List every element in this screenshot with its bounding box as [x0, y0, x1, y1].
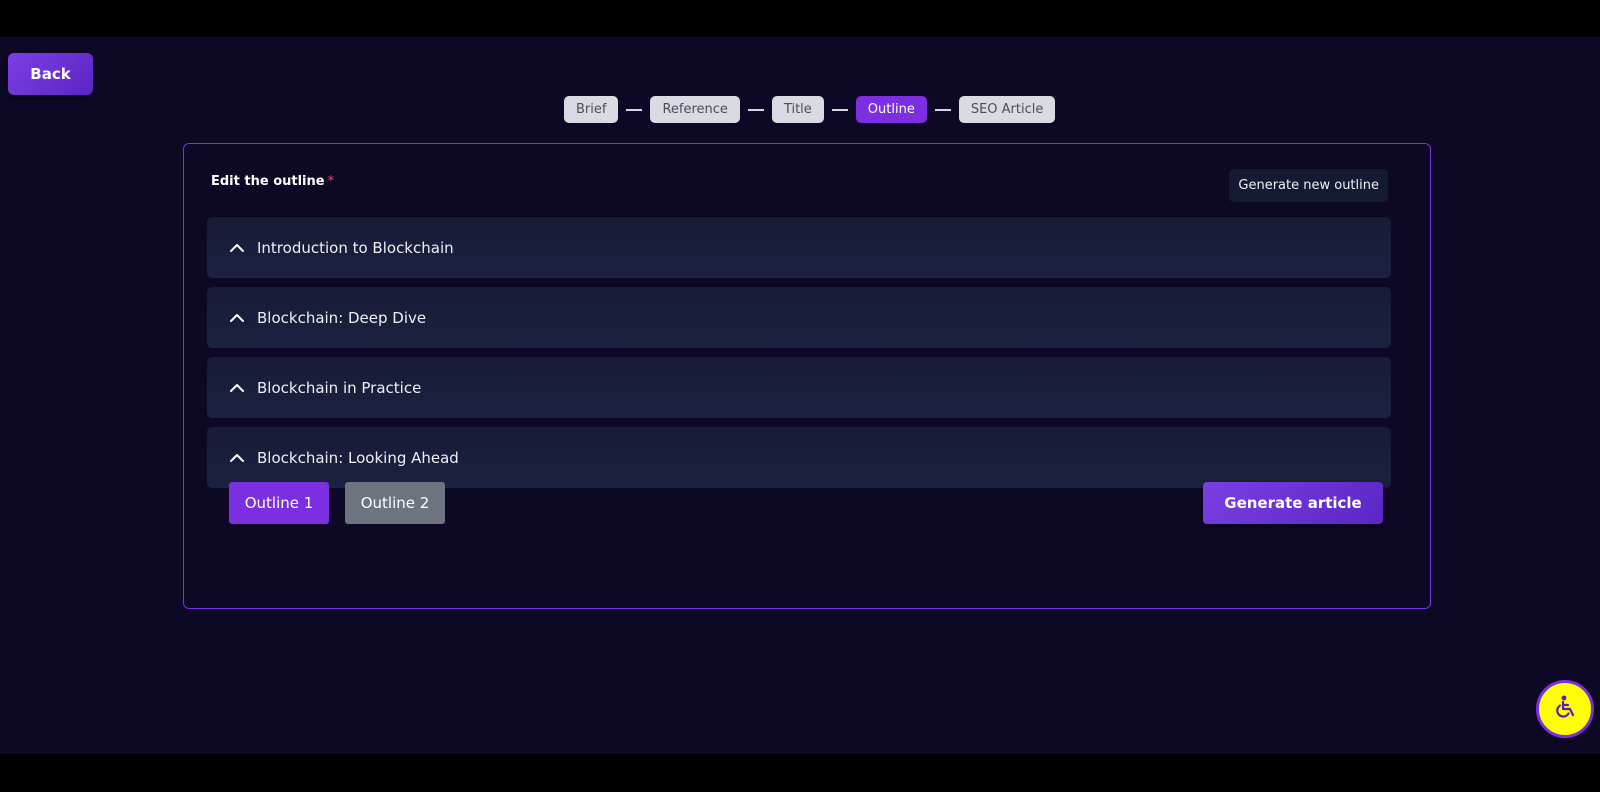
step-separator: [934, 108, 951, 111]
outline-editor-label-text: Edit the outline: [211, 174, 325, 189]
step-seo-article[interactable]: SEO Article: [958, 96, 1056, 123]
outline-section[interactable]: Blockchain in Practice: [207, 357, 1391, 418]
progress-stepper: Brief Reference Title Outline SEO Articl…: [564, 96, 1056, 123]
app-screen: Back Brief Reference Title Outline SEO A…: [0, 37, 1600, 754]
outline-1-tab[interactable]: Outline 1: [229, 482, 329, 524]
back-button[interactable]: Back: [8, 53, 93, 95]
outline-editor-label: Edit the outline *: [211, 174, 334, 189]
chevron-up-icon[interactable]: [229, 310, 245, 326]
outline-2-tab[interactable]: Outline 2: [345, 482, 445, 524]
step-brief[interactable]: Brief: [564, 96, 619, 123]
generate-new-outline-button[interactable]: Generate new outline: [1229, 169, 1388, 202]
step-separator: [831, 108, 848, 111]
step-separator: [626, 108, 643, 111]
outline-section-title: Blockchain in Practice: [257, 378, 422, 397]
outline-section[interactable]: Blockchain: Deep Dive: [207, 287, 1391, 348]
outline-section[interactable]: Introduction to Blockchain: [207, 217, 1391, 278]
step-outline[interactable]: Outline: [855, 96, 927, 123]
chevron-up-icon[interactable]: [229, 380, 245, 396]
chevron-up-icon[interactable]: [229, 240, 245, 256]
chevron-up-icon[interactable]: [229, 450, 245, 466]
outline-section-title: Introduction to Blockchain: [257, 238, 454, 257]
outline-section[interactable]: Blockchain: Looking Ahead: [207, 427, 1391, 488]
outline-section-list: Introduction to Blockchain Blockchain: D…: [207, 217, 1391, 497]
wheelchair-icon: [1552, 694, 1578, 724]
outline-section-title: Blockchain: Looking Ahead: [257, 448, 459, 467]
generate-article-button[interactable]: Generate article: [1203, 482, 1383, 524]
accessibility-button[interactable]: [1536, 680, 1594, 738]
required-marker: *: [327, 174, 335, 189]
outline-editor-card: Edit the outline * Generate new outline I…: [183, 143, 1431, 609]
step-title[interactable]: Title: [771, 96, 824, 123]
step-separator: [747, 108, 764, 111]
step-reference[interactable]: Reference: [650, 96, 740, 123]
outline-section-title: Blockchain: Deep Dive: [257, 308, 427, 327]
